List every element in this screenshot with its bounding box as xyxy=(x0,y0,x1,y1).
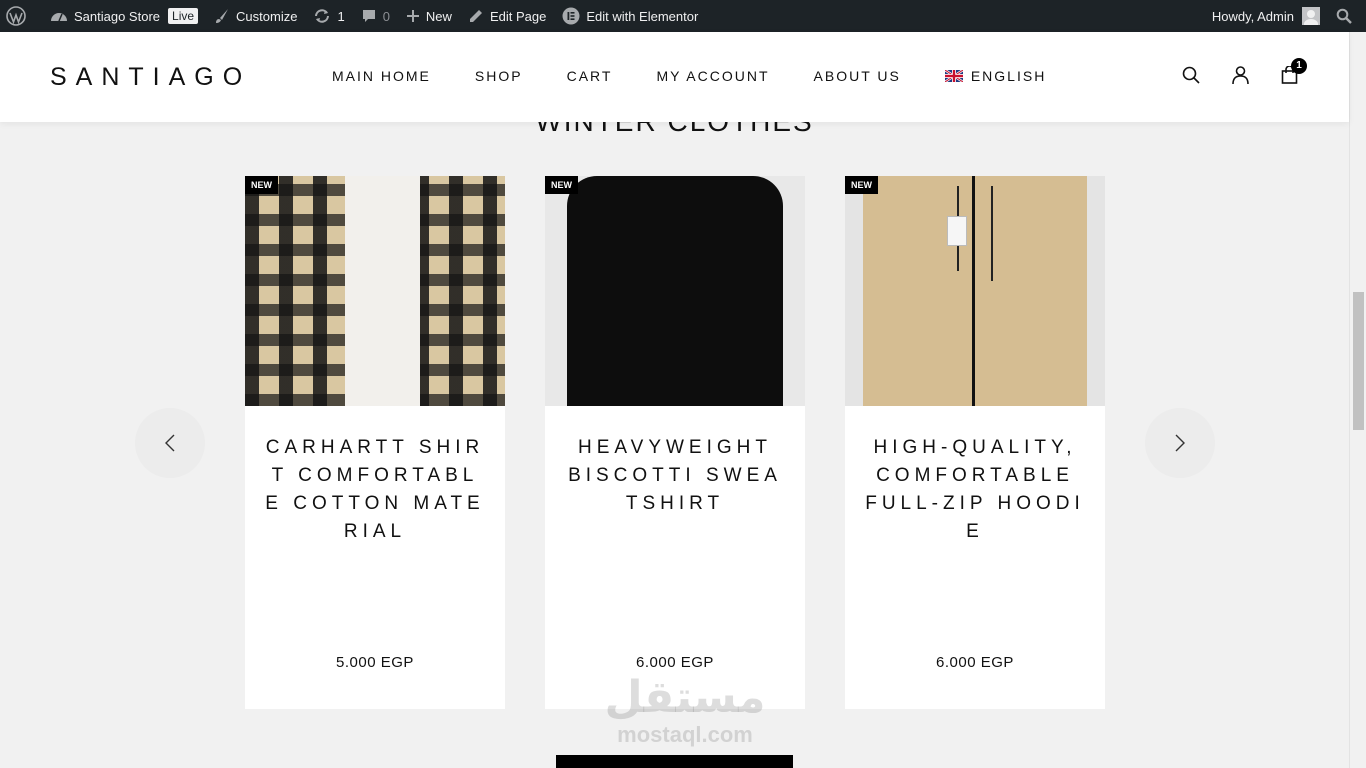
scrollbar-thumb[interactable] xyxy=(1353,292,1364,430)
main-nav: MAIN HOME SHOP CART MY ACCOUNT ABOUT US … xyxy=(332,68,1134,84)
product-price: 6.000 EGP xyxy=(636,654,714,671)
pencil-icon xyxy=(469,10,482,22)
updates-button[interactable]: 1 xyxy=(305,0,352,32)
new-badge: NEW xyxy=(845,176,878,194)
cart-icon[interactable]: 1 xyxy=(1281,58,1307,89)
updates-count: 1 xyxy=(337,8,345,24)
site-name-label: Santiago Store xyxy=(74,8,161,24)
product-name[interactable]: HEAVYWEIGHT BISCOTTI SWEATSHIRT xyxy=(565,434,785,518)
new-content-button[interactable]: New xyxy=(398,0,460,32)
chevron-left-icon xyxy=(165,434,175,452)
product-price: 6.000 EGP xyxy=(936,654,1014,671)
comment-icon xyxy=(362,10,375,22)
nav-item-my-account[interactable]: MY ACCOUNT xyxy=(656,68,769,84)
comments-count: 0 xyxy=(382,8,390,24)
edit-elementor-button[interactable]: Edit with Elementor xyxy=(554,0,706,32)
view-all-button[interactable] xyxy=(556,755,793,768)
new-badge: NEW xyxy=(545,176,578,194)
comments-button[interactable]: 0 xyxy=(353,0,398,32)
edit-page-label: Edit Page xyxy=(489,8,547,24)
watermark-arabic: مستقل xyxy=(604,673,766,722)
nav-item-main-home[interactable]: MAIN HOME xyxy=(332,68,431,84)
refresh-icon xyxy=(315,9,330,23)
chevron-right-icon xyxy=(1175,434,1185,452)
brush-icon xyxy=(216,9,229,23)
nav-item-about-us[interactable]: ABOUT US xyxy=(814,68,901,84)
product-image[interactable]: NEW xyxy=(845,176,1105,406)
search-icon[interactable] xyxy=(1182,66,1200,89)
language-label: ENGLISH xyxy=(970,68,1047,84)
watermark-latin: mostaql.com xyxy=(617,722,753,747)
cart-count-badge: 1 xyxy=(1291,58,1307,74)
customize-label: Customize xyxy=(236,8,298,24)
nav-item-shop[interactable]: SHOP xyxy=(475,68,523,84)
wordpress-logo-icon[interactable] xyxy=(0,0,42,32)
elementor-icon xyxy=(562,7,580,25)
product-card[interactable]: NEW HIGH-QUALITY, COMFORTABLE FULL-ZIP H… xyxy=(845,176,1105,709)
product-name[interactable]: CARHARTT SHIRT COMFORTABLE COTTON MATERI… xyxy=(265,434,485,546)
edit-elementor-label: Edit with Elementor xyxy=(586,8,699,24)
product-card[interactable]: NEW HEAVYWEIGHT BISCOTTI SWEATSHIRT 6.00… xyxy=(545,176,805,709)
product-price: 5.000 EGP xyxy=(336,654,414,671)
page-scrollbar[interactable] xyxy=(1349,32,1366,768)
my-account-menu[interactable]: Howdy, Admin xyxy=(1204,0,1328,32)
edit-page-button[interactable]: Edit Page xyxy=(460,0,554,32)
carousel-next-button[interactable] xyxy=(1145,408,1215,478)
watermark: مستقل mostaql.com xyxy=(600,672,770,746)
new-label: New xyxy=(425,8,452,24)
howdy-label: Howdy, Admin xyxy=(1211,8,1294,24)
carousel-prev-button[interactable] xyxy=(135,408,205,478)
language-switcher[interactable]: ENGLISH xyxy=(944,68,1090,84)
site-logo[interactable]: SANTIAGO xyxy=(50,63,251,92)
avatar xyxy=(1302,7,1320,25)
customize-button[interactable]: Customize xyxy=(206,0,305,32)
uk-flag-icon xyxy=(944,70,963,82)
product-name[interactable]: HIGH-QUALITY, COMFORTABLE FULL-ZIP HOODI… xyxy=(865,434,1085,546)
site-header: SANTIAGO MAIN HOME SHOP CART MY ACCOUNT … xyxy=(0,32,1349,122)
account-icon[interactable] xyxy=(1232,66,1249,90)
admin-site-name[interactable]: Santiago Store Live xyxy=(42,0,206,32)
admin-search-icon[interactable] xyxy=(1328,0,1366,32)
new-badge: NEW xyxy=(245,176,278,194)
product-image[interactable]: NEW xyxy=(245,176,505,406)
product-image[interactable]: NEW xyxy=(545,176,805,406)
admin-bar: Santiago Store Live Customize 1 0 New Ed… xyxy=(0,0,1366,32)
product-card[interactable]: NEW CARHARTT SHIRT COMFORTABLE COTTON MA… xyxy=(245,176,505,709)
nav-item-cart[interactable]: CART xyxy=(567,68,613,84)
dashboard-icon xyxy=(51,13,67,22)
live-badge: Live xyxy=(168,8,199,24)
plus-icon xyxy=(406,10,419,22)
